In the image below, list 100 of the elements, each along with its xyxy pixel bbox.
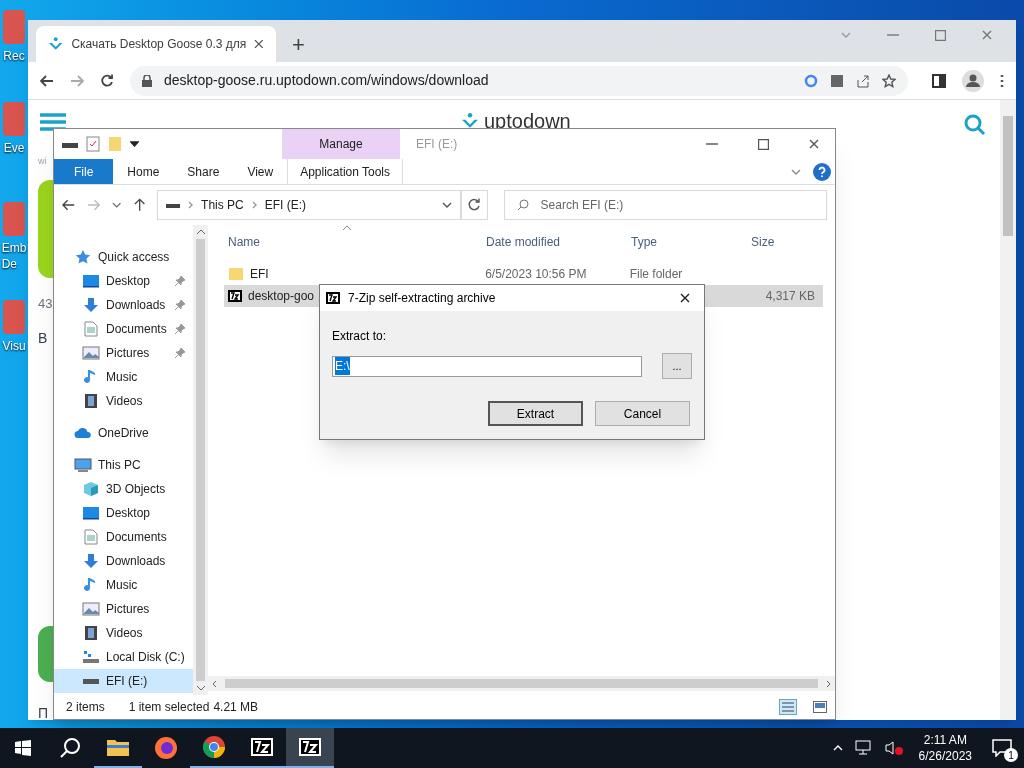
scroll-down-icon[interactable] (195, 685, 206, 691)
help-icon[interactable] (813, 162, 831, 181)
nav-item[interactable]: Music (54, 365, 193, 389)
recent-icon[interactable] (112, 202, 122, 208)
notification-icon[interactable] (992, 739, 1012, 757)
breadcrumb-item[interactable]: This PC (201, 196, 244, 214)
properties-icon[interactable] (86, 136, 100, 152)
network-icon[interactable] (854, 740, 873, 756)
nav-item[interactable]: Downloads (54, 293, 193, 317)
nav-item[interactable]: Local Disk (C:) (54, 645, 193, 669)
browser-tab[interactable]: Скачать Desktop Goose 0.3 для (36, 26, 276, 62)
path-field[interactable]: E:\ (332, 355, 642, 377)
url-text: desktop-goose.ru.uptodown.com/windows/download (164, 71, 490, 90)
film-icon (82, 625, 100, 641)
back-icon[interactable] (62, 199, 76, 211)
maximize-icon[interactable] (935, 29, 946, 41)
scroll-up-icon[interactable] (195, 229, 206, 235)
back-icon[interactable] (40, 74, 54, 87)
close-icon[interactable] (680, 293, 690, 303)
dialog-button[interactable]: Extract (488, 401, 583, 426)
column-header[interactable]: Date modified (482, 233, 627, 251)
customize-icon[interactable] (130, 141, 139, 147)
download-arrow-icon (82, 297, 100, 313)
nav-item[interactable]: Downloads (54, 549, 193, 573)
nav-item[interactable]: Desktop (54, 501, 193, 525)
close-icon[interactable] (254, 39, 264, 49)
new-tab-button[interactable]: + (276, 26, 321, 62)
drive-icon (83, 678, 99, 684)
nav-item[interactable]: Pictures (54, 341, 193, 365)
chevron-icon[interactable] (188, 201, 194, 209)
nav-item[interactable]: Documents (54, 317, 193, 341)
film-icon (82, 393, 100, 409)
nav-item[interactable]: EFI (E:) (54, 669, 193, 693)
clock-time[interactable]: 2:11 AM (923, 732, 967, 748)
column-header[interactable]: Size (747, 233, 825, 251)
nav-item[interactable]: Videos (54, 389, 193, 413)
item-count: 2 items (66, 699, 105, 716)
nav-item[interactable]: OneDrive (54, 421, 193, 445)
ribbon-tab[interactable]: File (54, 159, 114, 184)
nav-item[interactable]: Pictures (54, 597, 193, 621)
address-bar[interactable]: This PC EFI (E:) (157, 190, 462, 220)
page-scrollbar[interactable] (1000, 100, 1016, 720)
pin-icon[interactable] (175, 300, 185, 310)
pin-icon[interactable] (175, 276, 185, 286)
file-name: EFI (250, 266, 269, 283)
pin-icon[interactable] (175, 348, 185, 358)
nav-item[interactable]: Quick access (54, 245, 193, 269)
document-icon (82, 529, 100, 545)
ribbon-tab[interactable]: Share (173, 159, 234, 184)
search-field[interactable]: Search EFI (E:) (503, 190, 827, 220)
scroll-right-icon[interactable] (826, 679, 831, 688)
menu-icon[interactable] (1000, 73, 1004, 88)
dialog-button[interactable]: Cancel (595, 401, 690, 426)
picture-icon (82, 345, 100, 361)
clock-date[interactable]: 6/26/2023 (918, 748, 972, 764)
address-bar[interactable]: desktop-goose.ru.uptodown.com/windows/download (130, 65, 908, 96)
type-cell-text: File folder (628, 266, 684, 283)
archive-icon (250, 737, 274, 757)
share-icon[interactable] (856, 73, 870, 88)
muted-speaker-icon[interactable] (884, 740, 903, 756)
reload-icon[interactable] (100, 73, 114, 88)
breadcrumb-item[interactable]: EFI (E:) (264, 196, 307, 214)
archive-icon (298, 737, 322, 757)
chevron-icon[interactable] (251, 201, 257, 209)
site-logo-icon (48, 37, 64, 51)
browse-button[interactable]: ... (662, 353, 692, 379)
scrollbar[interactable] (193, 225, 208, 695)
size-cell-text: 4,317 KB (764, 288, 816, 305)
field-label: Extract to: (332, 328, 388, 345)
chevron-up-icon[interactable] (832, 745, 843, 751)
pin-icon[interactable] (175, 324, 185, 334)
ribbon-tab[interactable]: Application Tools (287, 159, 404, 184)
nav-item[interactable]: 3D Objects (54, 477, 193, 501)
scroll-left-icon[interactable] (212, 679, 217, 688)
ribbon-tab[interactable]: Home (113, 159, 174, 184)
nav-item[interactable]: Desktop (54, 269, 193, 293)
page-text: wi (38, 155, 47, 168)
side-panel-icon[interactable] (932, 73, 946, 88)
taskbar-app-button[interactable] (286, 728, 334, 768)
menu-icon[interactable] (40, 112, 66, 132)
maximize-icon[interactable] (758, 138, 769, 150)
thumbnail-view-icon[interactable] (813, 701, 827, 713)
nav-item[interactable]: This PC (54, 453, 193, 477)
horizontal-scrollbar[interactable] (208, 676, 835, 691)
nav-item[interactable]: Videos (54, 621, 193, 645)
ribbon-tab[interactable]: View (233, 159, 288, 184)
chevron-icon[interactable] (791, 168, 801, 175)
bookmark-star-icon[interactable] (882, 73, 896, 88)
file-row[interactable]: EFI 6/5/2023 10:56 PM File folder (224, 263, 823, 285)
column-header[interactable]: Name (224, 233, 482, 251)
dropdown-icon[interactable] (442, 202, 453, 208)
site-logo-text: uptodown (484, 112, 571, 130)
close-icon[interactable] (809, 139, 819, 149)
profile-icon[interactable] (962, 69, 984, 92)
nav-item[interactable]: Documents (54, 525, 193, 549)
refresh-button[interactable] (461, 190, 488, 220)
nav-item[interactable]: Music (54, 573, 193, 597)
column-header[interactable]: Type (627, 233, 747, 251)
chrome-icon (202, 735, 226, 759)
up-icon[interactable] (133, 198, 146, 212)
